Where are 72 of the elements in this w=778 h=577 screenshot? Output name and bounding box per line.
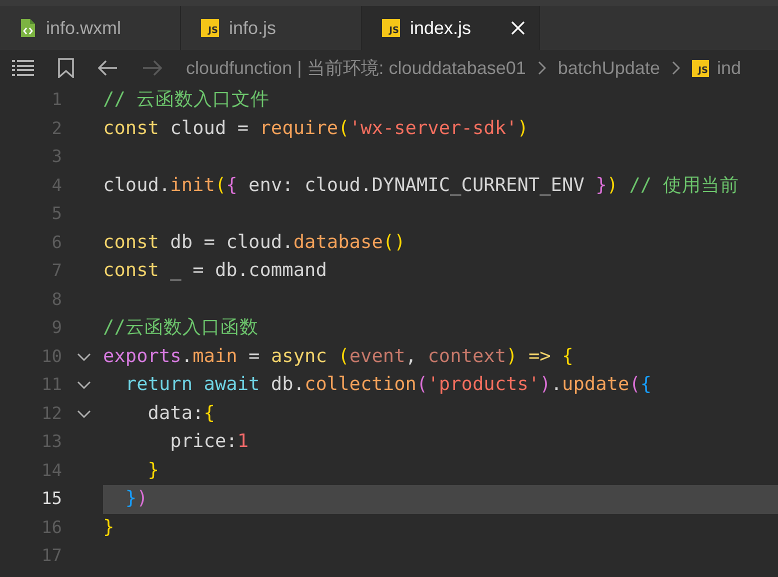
close-icon[interactable]: [511, 21, 526, 35]
code-comment: // 云函数入口文件: [103, 89, 270, 110]
code-token: database: [293, 232, 383, 252]
editor-tab[interactable]: JS index.js: [362, 6, 540, 50]
code-token: require: [260, 118, 338, 138]
breadcrumb-item[interactable]: batchUpdate: [558, 58, 660, 78]
code-token: .: [550, 374, 562, 395]
code-token: price:: [169, 431, 238, 452]
js-file-icon: JS: [382, 19, 400, 37]
code-token: main: [192, 346, 238, 366]
breadcrumb-item[interactable]: ind: [716, 58, 741, 78]
code-token: {: [640, 374, 652, 395]
list-icon[interactable]: [12, 60, 34, 76]
code-token: env: cloud.DYNAMIC_CURRENT_ENV: [248, 174, 586, 196]
code-token: (): [382, 232, 406, 252]
code-token: 1: [237, 431, 249, 452]
code-token: .: [181, 346, 193, 366]
code-token: init: [170, 174, 215, 196]
code-token: const: [103, 118, 159, 138]
code-token: update: [562, 374, 630, 395]
code-token: ): [506, 346, 518, 366]
code-token: db = cloud.: [169, 232, 294, 252]
code-token: const: [103, 260, 159, 281]
code-token: ): [517, 118, 528, 138]
code-token: }: [146, 460, 159, 480]
editor-tab[interactable]: info.wxml: [0, 6, 181, 50]
breadcrumb-item[interactable]: cloudfunction | 当前环境: clouddatabase01: [186, 56, 526, 80]
code-token: exports: [103, 346, 182, 366]
code-token: ): [540, 374, 551, 395]
code-token: collection: [304, 374, 416, 395]
code-token: }: [103, 516, 114, 538]
back-arrow-icon[interactable]: [98, 60, 118, 76]
code-token: (: [629, 374, 640, 395]
code-token: const: [103, 232, 159, 252]
fold-chevron-icon[interactable]: [76, 410, 90, 418]
chevron-right-icon: [672, 61, 680, 75]
code-token: }: [596, 174, 607, 196]
code-token: 'products': [428, 374, 540, 395]
code-token: =>: [527, 346, 552, 366]
code-token: context: [428, 346, 506, 366]
code-token: ): [136, 488, 148, 509]
code-token: async: [270, 346, 328, 366]
code-token: {: [562, 346, 574, 366]
bookmark-icon[interactable]: [58, 58, 74, 78]
code-token: {: [226, 174, 238, 196]
js-file-icon: JS: [692, 60, 709, 76]
code-token: (: [338, 118, 350, 138]
code-token: _ = db.command: [169, 260, 327, 281]
code-token: }: [124, 488, 137, 509]
code-token: cloud.: [103, 174, 170, 196]
code-token: =: [248, 346, 261, 366]
code-token: {: [204, 402, 215, 424]
js-file-icon: JS: [201, 19, 219, 37]
code-token: return: [124, 374, 193, 395]
fold-chevron-icon[interactable]: [76, 352, 90, 361]
code-token: (: [338, 346, 350, 366]
code-token: data:: [146, 402, 204, 424]
fold-chevron-icon[interactable]: [76, 381, 90, 390]
file-icon: [20, 18, 36, 38]
code-token: cloud =: [169, 118, 250, 138]
code-token: (: [416, 374, 428, 395]
code-comment: //云函数入口函数: [103, 317, 258, 338]
line-number: 15: [40, 489, 62, 510]
code-token: ,: [405, 346, 418, 366]
code-token: 'wx-server-sdk': [349, 118, 518, 138]
code-token: (: [214, 174, 226, 196]
code-comment: // 使用当前: [628, 174, 739, 196]
code-token: ): [606, 174, 618, 196]
code-token: await: [202, 374, 260, 395]
code-token: event: [349, 346, 406, 366]
chevron-right-icon: [538, 61, 546, 75]
code-token: db.: [270, 374, 305, 395]
